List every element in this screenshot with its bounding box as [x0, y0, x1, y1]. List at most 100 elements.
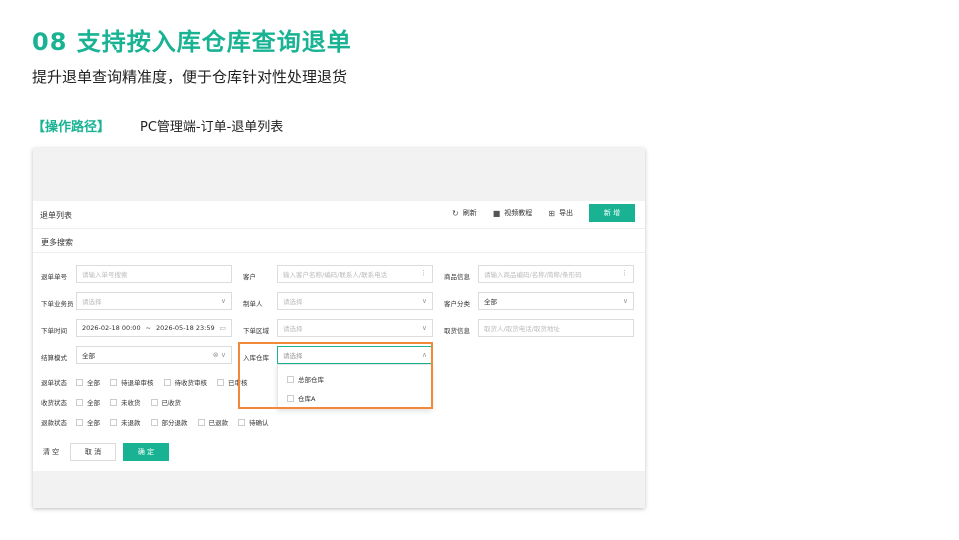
settle-value: 全部	[82, 352, 95, 360]
settle-select[interactable]: 全部 ⊗ ∨	[76, 346, 232, 364]
order-time-label: 下单时间	[41, 327, 67, 335]
refresh-button[interactable]: ↻ 刷新	[452, 208, 477, 218]
checkbox[interactable]	[110, 418, 117, 426]
checkbox[interactable]	[110, 378, 117, 386]
customer-class-value: 全部	[484, 298, 497, 306]
return-no-label: 退单单号	[41, 273, 67, 281]
calendar-icon: ▭	[219, 324, 226, 332]
salesman-placeholder: 请选择	[82, 298, 102, 306]
checkbox[interactable]	[76, 398, 83, 406]
product-input[interactable]: 请输入商品编码/名称/简称/条形码 ⋮	[478, 265, 634, 283]
option-label: 未退款	[121, 419, 141, 427]
receive-status-label: 收货状态	[41, 399, 67, 407]
checkbox-option[interactable]: 待收货审核	[163, 377, 207, 387]
export-button[interactable]: ⊞ 导出	[548, 208, 573, 218]
slide-subtitle: 提升退单查询精准度，便于仓库针对性处理退货	[32, 68, 348, 86]
export-label: 导出	[559, 209, 573, 217]
app-screenshot: 退单列表 ↻ 刷新 ■ 视频教程 ⊞ 导出 新 增 更多搜索 退单单号 请输入单号搜索…	[33, 148, 645, 508]
path-label: 【操作路径】	[32, 120, 111, 135]
checkbox-option[interactable]: 待确认	[238, 417, 269, 427]
option-label: 全部	[87, 419, 100, 427]
checkbox-option[interactable]: 全部	[76, 397, 100, 407]
region-select[interactable]: 请选择 ∨	[277, 319, 433, 337]
checkbox[interactable]	[76, 378, 83, 386]
divider	[33, 228, 645, 229]
option-label: 全部	[87, 399, 100, 407]
clear-button[interactable]: 清 空	[41, 443, 61, 461]
chevron-down-icon: ∨	[421, 297, 427, 305]
customer-class-select[interactable]: 全部 ∨	[478, 292, 634, 310]
return-status-label: 退单状态	[41, 379, 67, 387]
checkbox-option[interactable]: 待退单审核	[110, 377, 154, 387]
chevron-down-icon: ∨	[421, 324, 427, 332]
order-time-range[interactable]: 2026-02-18 00:00 ~ 2026-05-18 23:59 ▭	[76, 319, 232, 337]
option-label: 待退单审核	[121, 379, 154, 387]
checkbox[interactable]	[76, 418, 83, 426]
refresh-label: 刷新	[462, 209, 477, 217]
checkbox[interactable]	[217, 378, 224, 386]
slide-title: 08 支持按入库仓库查询退单	[32, 28, 352, 56]
return-no-input[interactable]: 请输入单号搜索	[76, 265, 232, 283]
receive-status-group: 全部 未收货 已收货	[76, 397, 191, 407]
export-icon: ⊞	[548, 208, 555, 218]
highlight-box	[238, 342, 433, 409]
path-value: PC管理端-订单-退单列表	[140, 120, 284, 135]
region-label: 下单区域	[243, 327, 269, 335]
checkbox[interactable]	[238, 418, 245, 426]
chevron-down-icon: ∨	[622, 297, 628, 305]
checkbox-option[interactable]: 部分退款	[150, 417, 188, 427]
checkbox-option[interactable]: 已收货	[150, 397, 182, 407]
checkbox-option[interactable]: 已退款	[197, 417, 229, 427]
customer-class-label: 客户分类	[444, 300, 470, 308]
start-date: 2026-02-18 00:00	[82, 324, 141, 332]
cancel-button[interactable]: 取 消	[70, 443, 116, 461]
checkbox-option[interactable]: 全部	[76, 377, 100, 387]
checkbox[interactable]	[150, 418, 158, 426]
chevron-down-icon: ∨	[220, 297, 226, 305]
range-separator: ~	[145, 324, 152, 332]
settle-label: 结算模式	[41, 354, 67, 362]
customer-input[interactable]: 输入客户名称/编码/联系人/联系电话 ⋮	[277, 265, 433, 283]
checkbox[interactable]	[150, 398, 158, 406]
option-label: 待确认	[249, 419, 269, 427]
confirm-button[interactable]: 确 定	[123, 443, 169, 461]
more-icon: ⋮	[621, 269, 628, 277]
app-top-bar	[33, 148, 645, 201]
toolbar: ↻ 刷新 ■ 视频教程 ⊞ 导出 新 增	[452, 204, 635, 222]
checkbox-option[interactable]: 未收货	[110, 397, 141, 407]
creator-select[interactable]: 请选择 ∨	[277, 292, 433, 310]
clear-chevron-icon: ⊗ ∨	[212, 351, 226, 359]
checkbox[interactable]	[163, 378, 171, 386]
creator-placeholder: 请选择	[283, 298, 303, 306]
return-status-group: 全部 待退单审核 待收货审核 已审核	[76, 377, 258, 387]
refresh-icon: ↻	[452, 208, 459, 218]
end-date: 2026-05-18 23:59	[156, 324, 215, 332]
pickup-label: 取货信息	[444, 327, 470, 335]
customer-placeholder: 输入客户名称/编码/联系人/联系电话	[283, 271, 388, 279]
more-icon: ⋮	[420, 269, 427, 277]
video-icon: ■	[492, 208, 501, 218]
product-label: 商品信息	[444, 273, 470, 281]
region-placeholder: 请选择	[283, 325, 303, 333]
video-tutorial-button[interactable]: ■ 视频教程	[493, 208, 533, 218]
option-label: 全部	[87, 379, 100, 387]
more-search-title: 更多搜索	[41, 238, 73, 247]
checkbox-option[interactable]: 未退款	[110, 417, 141, 427]
operation-path: 【操作路径】 PC管理端-订单-退单列表	[32, 116, 283, 135]
add-button[interactable]: 新 增	[589, 204, 635, 222]
option-label: 已退款	[208, 419, 229, 427]
customer-label: 客户	[243, 273, 256, 281]
video-label: 视频教程	[504, 209, 533, 217]
salesman-label: 下单业务员	[41, 300, 74, 308]
salesman-select[interactable]: 请选择 ∨	[76, 292, 232, 310]
creator-label: 制单人	[243, 300, 263, 308]
checkbox[interactable]	[110, 398, 117, 406]
option-label: 已收货	[161, 399, 182, 407]
checkbox[interactable]	[197, 418, 205, 426]
refund-status-group: 全部 未退款 部分退款 已退款 待确认	[76, 417, 279, 427]
product-placeholder: 请输入商品编码/名称/简称/条形码	[484, 271, 582, 279]
page-title: 退单列表	[40, 211, 72, 220]
pickup-input[interactable]: 取货人/取货电话/取货地址	[478, 319, 634, 337]
checkbox-option[interactable]: 全部	[76, 417, 100, 427]
divider	[33, 252, 645, 253]
